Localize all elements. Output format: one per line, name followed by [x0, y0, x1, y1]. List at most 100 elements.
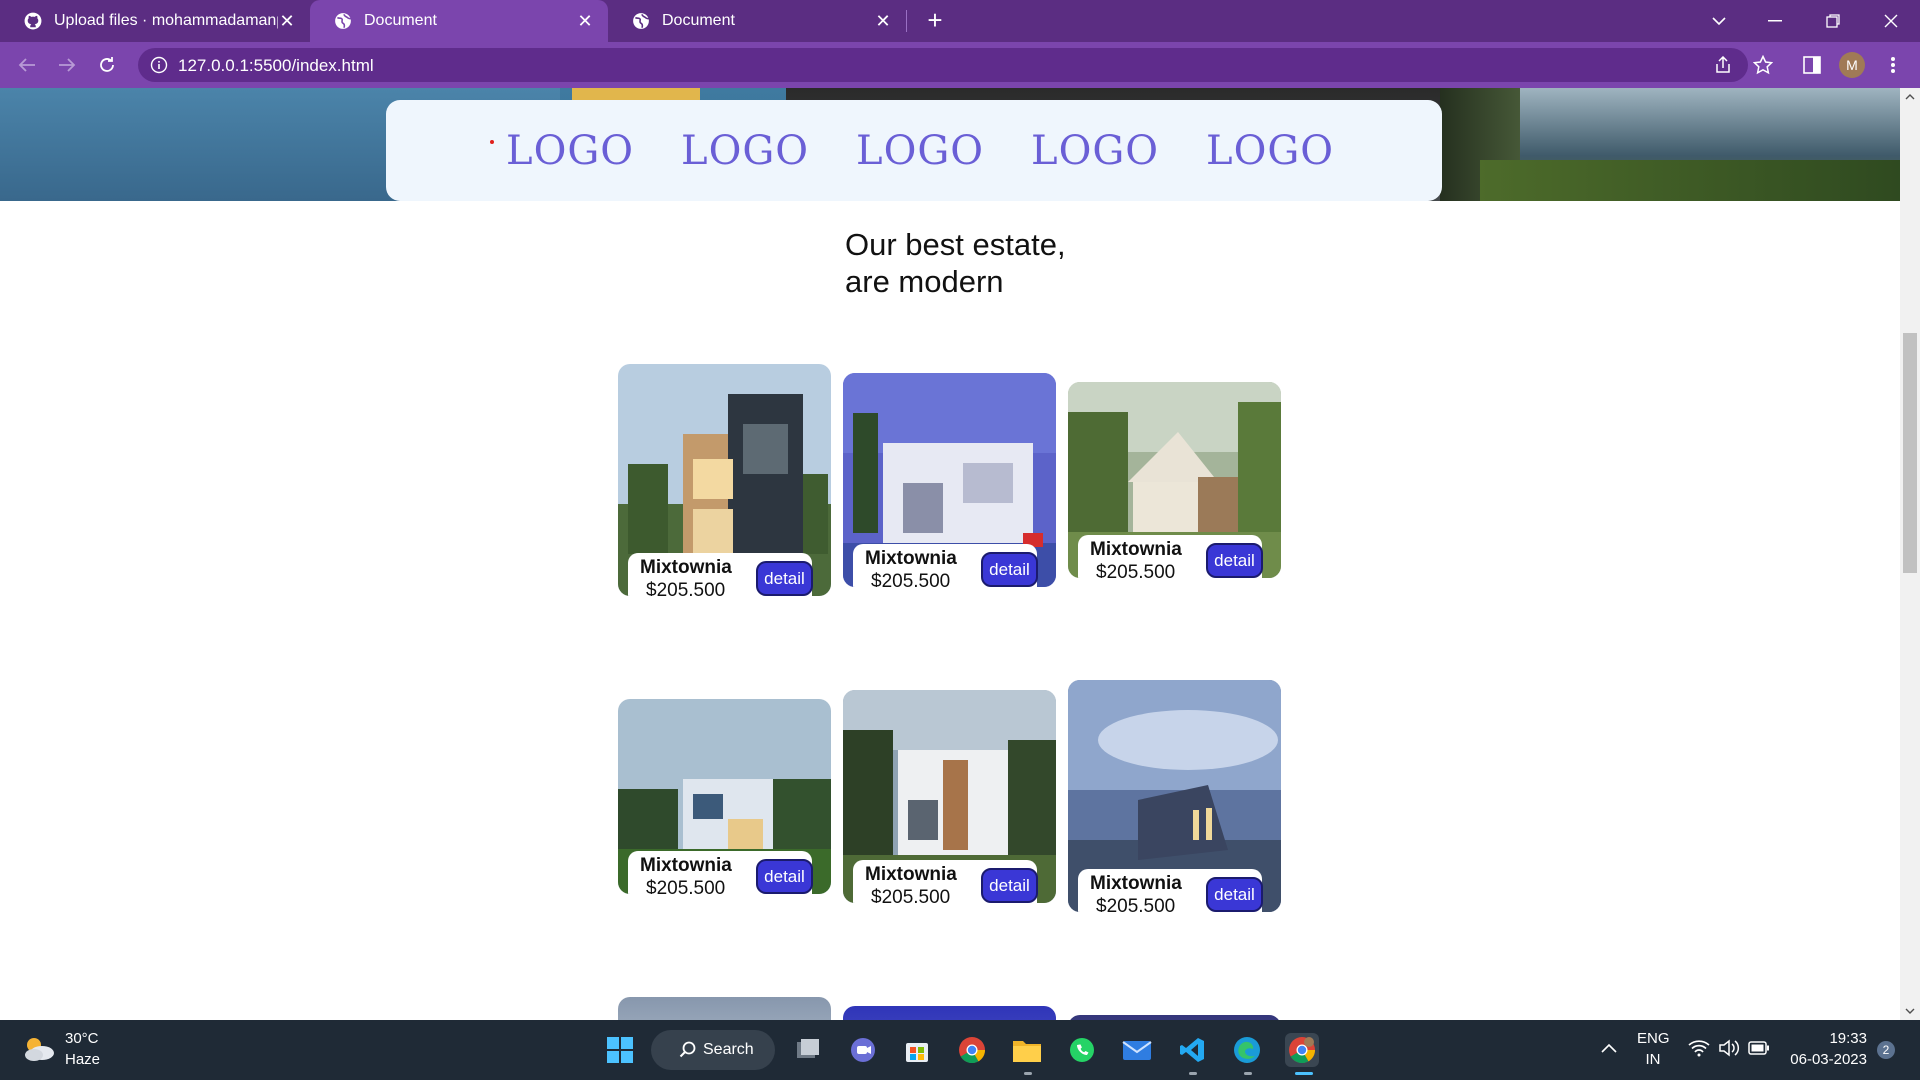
card-price: $205,500 — [646, 580, 726, 596]
site-info-icon[interactable] — [150, 56, 168, 74]
page-viewport: LOGO LOGO LOGO LOGO LOGO Our best estate… — [0, 88, 1900, 1020]
show-hidden-icons-chevron-icon[interactable] — [1601, 1043, 1617, 1053]
share-icon[interactable] — [1708, 50, 1738, 80]
chrome-active-icon[interactable] — [1285, 1033, 1319, 1067]
page-scrollbar[interactable] — [1900, 88, 1920, 1020]
property-card-partial[interactable] — [843, 1006, 1056, 1020]
partner-logos-bar: LOGO LOGO LOGO LOGO LOGO — [386, 100, 1442, 201]
globe-icon — [335, 13, 351, 29]
tab-document[interactable]: Document ✕ — [608, 0, 906, 42]
tab-github-upload[interactable]: Upload files · mohammadamanp ✕ — [0, 0, 310, 42]
headline-line-2: are modern — [845, 264, 1004, 299]
volume-icon[interactable] — [1718, 1039, 1740, 1057]
tab-title: Document — [662, 12, 735, 29]
scroll-up-arrow-icon[interactable] — [1905, 92, 1915, 102]
new-tab-plus-icon[interactable]: + — [922, 7, 948, 34]
close-icon[interactable]: ✕ — [874, 11, 892, 31]
partner-logo: LOGO — [506, 128, 635, 174]
address-bar[interactable]: 127.0.0.1:5500/index.html — [138, 48, 1748, 82]
running-indicator-active — [1295, 1072, 1313, 1075]
detail-button[interactable]: detail — [756, 561, 813, 596]
running-indicator — [1189, 1072, 1197, 1075]
property-card[interactable]: Mixtownia $205,500 detail — [618, 364, 831, 596]
partner-logo: LOGO — [681, 128, 810, 174]
mail-icon[interactable] — [1120, 1033, 1154, 1067]
url-text[interactable]: 127.0.0.1:5500/index.html — [178, 56, 374, 76]
headline-line-1: Our best estate, — [845, 227, 1066, 262]
tab-title: Upload files · mohammadamanp — [54, 12, 278, 29]
tab-document-active[interactable]: Document ✕ — [310, 0, 608, 42]
close-icon[interactable]: ✕ — [278, 11, 296, 31]
vscode-icon[interactable] — [1175, 1033, 1209, 1067]
card-title: Mixtownia — [865, 548, 957, 569]
card-price: $205,500 — [1096, 896, 1176, 912]
hero-light-region — [572, 88, 700, 100]
detail-button[interactable]: detail — [1206, 543, 1263, 578]
partner-logo: LOGO — [1031, 128, 1160, 174]
running-indicator — [1024, 1072, 1032, 1075]
reload-icon[interactable] — [92, 50, 122, 80]
close-icon[interactable]: ✕ — [576, 11, 594, 31]
tab-search-chevron-icon[interactable] — [1704, 6, 1734, 36]
back-arrow-icon[interactable] — [12, 50, 42, 80]
notification-badge[interactable]: 2 — [1877, 1041, 1895, 1059]
tab-title: Document — [364, 12, 437, 29]
github-icon — [24, 12, 42, 30]
weather-temperature[interactable]: 30°C — [65, 1030, 99, 1047]
whatsapp-icon[interactable] — [1065, 1033, 1099, 1067]
restore-icon[interactable] — [1818, 6, 1848, 36]
section-headline: Our best estate, are modern — [845, 226, 1245, 300]
detail-button[interactable]: detail — [1206, 877, 1263, 912]
language-indicator-line2[interactable]: IN — [1637, 1051, 1669, 1068]
window-close-icon[interactable] — [1876, 6, 1906, 36]
microsoft-store-icon[interactable] — [900, 1033, 934, 1067]
detail-button[interactable]: detail — [981, 552, 1038, 587]
scroll-down-arrow-icon[interactable] — [1905, 1006, 1915, 1016]
wifi-icon[interactable] — [1688, 1039, 1710, 1057]
search-label: Search — [703, 1041, 754, 1058]
card-info: Mixtownia $205,500 detail — [1078, 869, 1263, 912]
forward-arrow-icon[interactable] — [52, 50, 82, 80]
profile-avatar[interactable]: M — [1839, 52, 1865, 78]
card-price: $205,500 — [871, 887, 951, 903]
chrome-icon[interactable] — [955, 1033, 989, 1067]
language-indicator-line1[interactable]: ENG — [1637, 1030, 1670, 1047]
weather-condition[interactable]: Haze — [65, 1051, 100, 1068]
property-card[interactable]: Mixtownia $205,500 detail — [1068, 382, 1281, 578]
red-dot — [490, 140, 494, 144]
windows-taskbar: 30°C Haze Search ENG IN 19:33 06-03-2023… — [0, 1020, 1920, 1080]
teams-chat-icon[interactable] — [846, 1033, 880, 1067]
side-panel-icon[interactable] — [1797, 50, 1827, 80]
windows-start-icon[interactable] — [603, 1033, 637, 1067]
minimize-icon[interactable] — [1760, 6, 1790, 36]
property-card[interactable]: Mixtownia $205,500 detail — [1068, 680, 1281, 912]
battery-icon[interactable] — [1748, 1041, 1770, 1055]
browser-toolbar: 127.0.0.1:5500/index.html M — [0, 42, 1920, 88]
scrollbar-thumb[interactable] — [1903, 333, 1917, 573]
card-info: Mixtownia $205,500 detail — [853, 544, 1038, 587]
browser-menu-icon[interactable] — [1878, 50, 1908, 80]
card-price: $205,500 — [871, 571, 951, 587]
file-explorer-icon[interactable] — [1010, 1033, 1044, 1067]
property-card[interactable]: Mixtownia $205,500 detail — [843, 690, 1056, 903]
card-price: $205,500 — [1096, 562, 1176, 578]
hero-grass-region — [1480, 160, 1900, 201]
property-card[interactable]: Mixtownia $205,500 detail — [618, 699, 831, 894]
property-card[interactable]: Mixtownia $205,500 detail — [843, 373, 1056, 587]
edge-icon[interactable] — [1230, 1033, 1264, 1067]
card-info: Mixtownia $205,500 detail — [628, 553, 813, 596]
detail-button[interactable]: detail — [756, 859, 813, 894]
property-card-partial[interactable] — [618, 997, 831, 1020]
browser-tab-bar: Upload files · mohammadamanp ✕ Document … — [0, 0, 1920, 42]
partner-logo: LOGO — [856, 128, 985, 174]
clock-time[interactable]: 19:33 — [1787, 1030, 1867, 1047]
detail-button[interactable]: detail — [981, 868, 1038, 903]
card-info: Mixtownia $205,500 detail — [1078, 535, 1263, 578]
clock-date[interactable]: 06-03-2023 — [1777, 1051, 1867, 1068]
bookmark-star-icon[interactable] — [1748, 50, 1778, 80]
card-info: Mixtownia $205,500 detail — [853, 860, 1038, 903]
taskbar-search[interactable]: Search — [651, 1030, 775, 1070]
task-view-icon[interactable] — [791, 1033, 825, 1067]
weather-haze-icon[interactable] — [22, 1034, 56, 1064]
card-price: $205,500 — [646, 878, 726, 894]
